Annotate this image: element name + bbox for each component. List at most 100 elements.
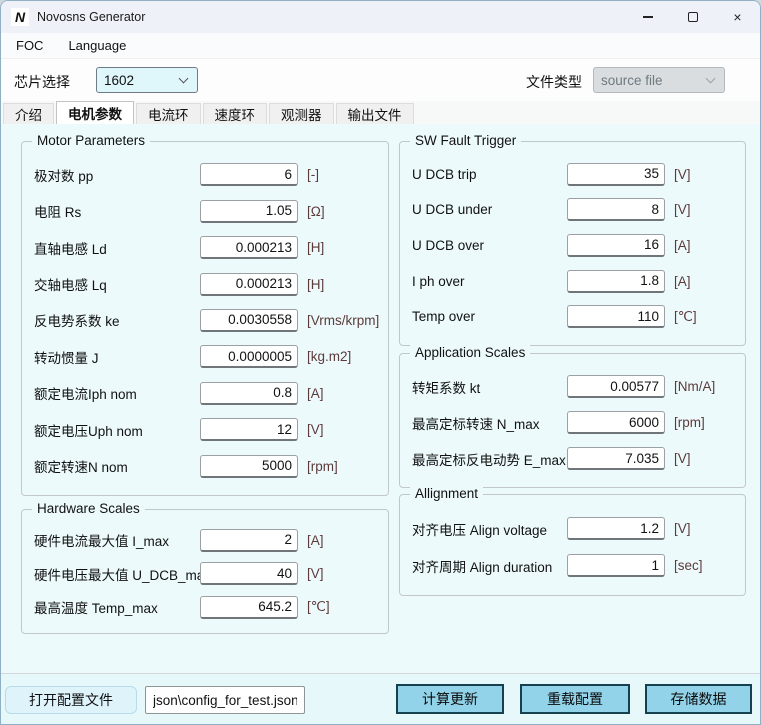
app-window: N Novosns Generator × FOC Language 芯片选择 … — [0, 0, 761, 725]
filetype-dropdown[interactable]: source file — [593, 67, 725, 93]
minimize-icon[interactable] — [625, 1, 670, 33]
param-label: 额定电流Iph nom — [34, 383, 200, 403]
pp-input[interactable] — [200, 163, 298, 186]
param-unit: [℃] — [674, 309, 697, 325]
temp-max-input[interactable] — [200, 596, 298, 619]
param-label: I ph over — [412, 274, 567, 289]
param-row: 交轴电感 Lq [H] — [34, 273, 382, 296]
filetype-label: 文件类型 — [526, 72, 582, 92]
tab-current-loop[interactable]: 电流环 — [136, 103, 201, 124]
chip-select-dropdown[interactable]: 1602 — [96, 67, 198, 93]
i-max-input[interactable] — [200, 529, 298, 552]
param-label: U DCB trip — [412, 167, 567, 182]
param-row: U DCB over [A] — [412, 234, 739, 257]
footer-bar: 打开配置文件 计算更新 重载配置 存储数据 — [1, 673, 760, 725]
n-nom-input[interactable] — [200, 455, 298, 478]
param-unit: [V] — [307, 566, 324, 581]
param-row: 转矩系数 kt [Nm/A] — [412, 375, 739, 398]
param-label: 额定电压Uph nom — [34, 420, 200, 440]
group-title: Application Scales — [410, 345, 530, 360]
close-icon[interactable]: × — [715, 1, 760, 33]
j-input[interactable] — [200, 345, 298, 368]
param-row: 反电势系数 ke [Vrms/krpm] — [34, 309, 382, 332]
app-logo-icon: N — [11, 8, 29, 26]
param-unit: [H] — [307, 277, 324, 292]
param-label: 最高定标转速 N_max — [412, 413, 567, 433]
iph-nom-input[interactable] — [200, 382, 298, 405]
open-config-button[interactable]: 打开配置文件 — [5, 686, 137, 714]
tab-observer[interactable]: 观测器 — [269, 103, 334, 124]
param-label: 额定转速N nom — [34, 456, 200, 476]
title-bar: N Novosns Generator × — [1, 1, 760, 33]
save-data-button[interactable]: 存储数据 — [645, 684, 752, 714]
param-row: 最高温度 Temp_max [℃] — [34, 596, 382, 619]
rs-input[interactable] — [200, 200, 298, 223]
uph-nom-input[interactable] — [200, 418, 298, 441]
param-unit: [rpm] — [674, 415, 705, 430]
param-unit: [kg.m2] — [307, 349, 351, 364]
param-unit: [V] — [674, 202, 691, 217]
param-row: 硬件电压最大值 U_DCB_max [V] — [34, 562, 382, 585]
tab-motor-params[interactable]: 电机参数 — [56, 101, 134, 124]
param-row: Temp over [℃] — [412, 305, 739, 328]
param-label: Temp over — [412, 309, 567, 324]
i-ph-over-input[interactable] — [567, 270, 665, 293]
group-motor-parameters: Motor Parameters 极对数 pp [-] 电阻 Rs [Ω] 直轴… — [21, 141, 389, 496]
u-dcb-max-input[interactable] — [200, 562, 298, 585]
align-duration-input[interactable] — [567, 554, 665, 577]
u-dcb-over-input[interactable] — [567, 234, 665, 257]
param-row: 极对数 pp [-] — [34, 163, 382, 186]
param-unit: [V] — [307, 422, 324, 437]
menu-item-language[interactable]: Language — [58, 34, 136, 57]
ld-input[interactable] — [200, 236, 298, 259]
param-row: 额定电压Uph nom [V] — [34, 418, 382, 441]
param-label: 对齐电压 Align voltage — [412, 519, 567, 539]
u-dcb-under-input[interactable] — [567, 198, 665, 221]
param-unit: [℃] — [307, 599, 330, 615]
param-label: 最高定标反电动势 E_max — [412, 449, 567, 469]
chip-select-value: 1602 — [97, 73, 180, 88]
param-unit: [-] — [307, 167, 319, 182]
tab-bar: 介绍 电机参数 电流环 速度环 观测器 输出文件 — [1, 101, 760, 124]
chevron-down-icon — [706, 74, 716, 84]
group-application-scales: Application Scales 转矩系数 kt [Nm/A] 最高定标转速… — [399, 353, 746, 488]
param-unit: [rpm] — [307, 459, 338, 474]
param-row: 最高定标转速 N_max [rpm] — [412, 411, 739, 434]
param-row: 硬件电流最大值 I_max [A] — [34, 529, 382, 552]
param-unit: [V] — [674, 521, 691, 536]
menu-bar: FOC Language — [1, 33, 760, 59]
window-title: Novosns Generator — [37, 10, 145, 24]
tab-speed-loop[interactable]: 速度环 — [203, 103, 268, 124]
lq-input[interactable] — [200, 273, 298, 296]
param-row: I ph over [A] — [412, 270, 739, 293]
param-unit: [A] — [307, 533, 324, 548]
param-row: 对齐电压 Align voltage [V] — [412, 517, 739, 540]
temp-over-input[interactable] — [567, 305, 665, 328]
group-title: Hardware Scales — [32, 501, 145, 516]
u-dcb-trip-input[interactable] — [567, 163, 665, 186]
tab-intro[interactable]: 介绍 — [3, 103, 54, 124]
maximize-icon[interactable] — [670, 1, 715, 33]
param-row: U DCB under [V] — [412, 198, 739, 221]
calculate-update-button[interactable]: 计算更新 — [396, 684, 504, 714]
param-row: 对齐周期 Align duration [sec] — [412, 554, 739, 577]
kt-input[interactable] — [567, 375, 665, 398]
param-label: U DCB under — [412, 202, 567, 217]
ke-input[interactable] — [200, 309, 298, 332]
param-row: 额定转速N nom [rpm] — [34, 455, 382, 478]
e-max-input[interactable] — [567, 447, 665, 470]
menu-item-foc[interactable]: FOC — [6, 34, 53, 57]
param-unit: [Nm/A] — [674, 379, 715, 394]
param-unit: [V] — [674, 451, 691, 466]
reload-config-button[interactable]: 重载配置 — [520, 684, 630, 714]
align-voltage-input[interactable] — [567, 517, 665, 540]
filetype-value: source file — [594, 73, 707, 88]
n-max-input[interactable] — [567, 411, 665, 434]
config-path-input[interactable] — [145, 686, 305, 714]
param-row: 最高定标反电动势 E_max [V] — [412, 447, 739, 470]
param-row: U DCB trip [V] — [412, 163, 739, 186]
group-title: Motor Parameters — [32, 133, 150, 148]
param-label: 电阻 Rs — [34, 201, 200, 221]
tab-output-files[interactable]: 输出文件 — [336, 103, 414, 124]
group-title: SW Fault Trigger — [410, 133, 521, 148]
